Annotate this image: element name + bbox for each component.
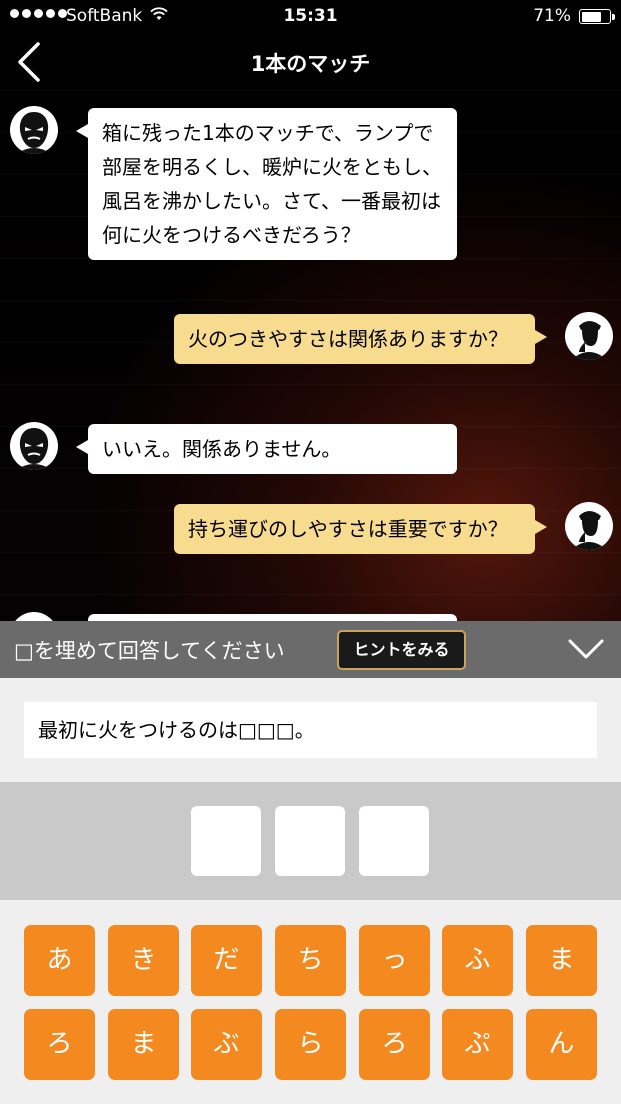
answer-panel-header: □を埋めて回答してください ヒントをみる (0, 621, 621, 678)
hint-button[interactable]: ヒントをみる (337, 630, 466, 670)
char-key[interactable]: ろ (359, 1009, 430, 1080)
battery-icon (579, 9, 615, 24)
chevron-down-icon (568, 639, 604, 659)
question-text: 最初に火をつけるのは□□□。 (24, 702, 597, 758)
answer-slots (0, 782, 621, 900)
char-key[interactable]: ぶ (191, 1009, 262, 1080)
char-key[interactable]: ま (526, 925, 597, 996)
answer-instruction: □を埋めて回答してください (14, 639, 285, 663)
player-avatar (565, 502, 613, 550)
player-avatar (565, 312, 613, 360)
character-keyboard: あ き だ ち っ ふ ま ろ ま ぶ ら ろ ぷ ん (0, 900, 621, 1104)
char-key[interactable]: ふ (442, 925, 513, 996)
collapse-button[interactable] (566, 631, 606, 667)
char-key[interactable]: ら (275, 1009, 346, 1080)
char-key[interactable]: ま (108, 1009, 179, 1080)
battery-percent: 71% (533, 6, 571, 26)
nav-header: 1本のマッチ (0, 34, 621, 90)
char-key[interactable]: ん (526, 1009, 597, 1080)
chat-log[interactable]: 箱に残った1本のマッチで、ランプで部屋を明るくし、暖炉に火をともし、風呂を沸かし… (0, 90, 621, 621)
answer-slot[interactable] (359, 806, 429, 876)
host-avatar (10, 106, 58, 154)
answer-slot[interactable] (275, 806, 345, 876)
chat-message-host: いいえ。関係ありません。 (76, 424, 457, 474)
answer-slot[interactable] (191, 806, 261, 876)
chat-message-host: 箱に残った1本のマッチで、ランプで部屋を明るくし、暖炉に火をともし、風呂を沸かし… (76, 108, 457, 260)
char-key[interactable]: だ (191, 925, 262, 996)
chat-message-host-partial (88, 614, 457, 621)
host-avatar (10, 422, 58, 470)
status-bar: SoftBank 15:31 71% (0, 0, 621, 34)
char-key[interactable]: ぷ (442, 1009, 513, 1080)
char-key[interactable]: あ (24, 925, 95, 996)
chat-message-player: 持ち運びのしやすさは重要ですか？ (174, 504, 547, 554)
char-key[interactable]: ち (275, 925, 346, 996)
char-key[interactable]: き (108, 925, 179, 996)
char-key[interactable]: ろ (24, 1009, 95, 1080)
chat-message-player: 火のつきやすさは関係ありますか？ (174, 314, 547, 364)
page-title: 1本のマッチ (250, 52, 371, 76)
question-area: 最初に火をつけるのは□□□。 (0, 678, 621, 782)
clock: 15:31 (283, 6, 338, 26)
char-key[interactable]: っ (359, 925, 430, 996)
